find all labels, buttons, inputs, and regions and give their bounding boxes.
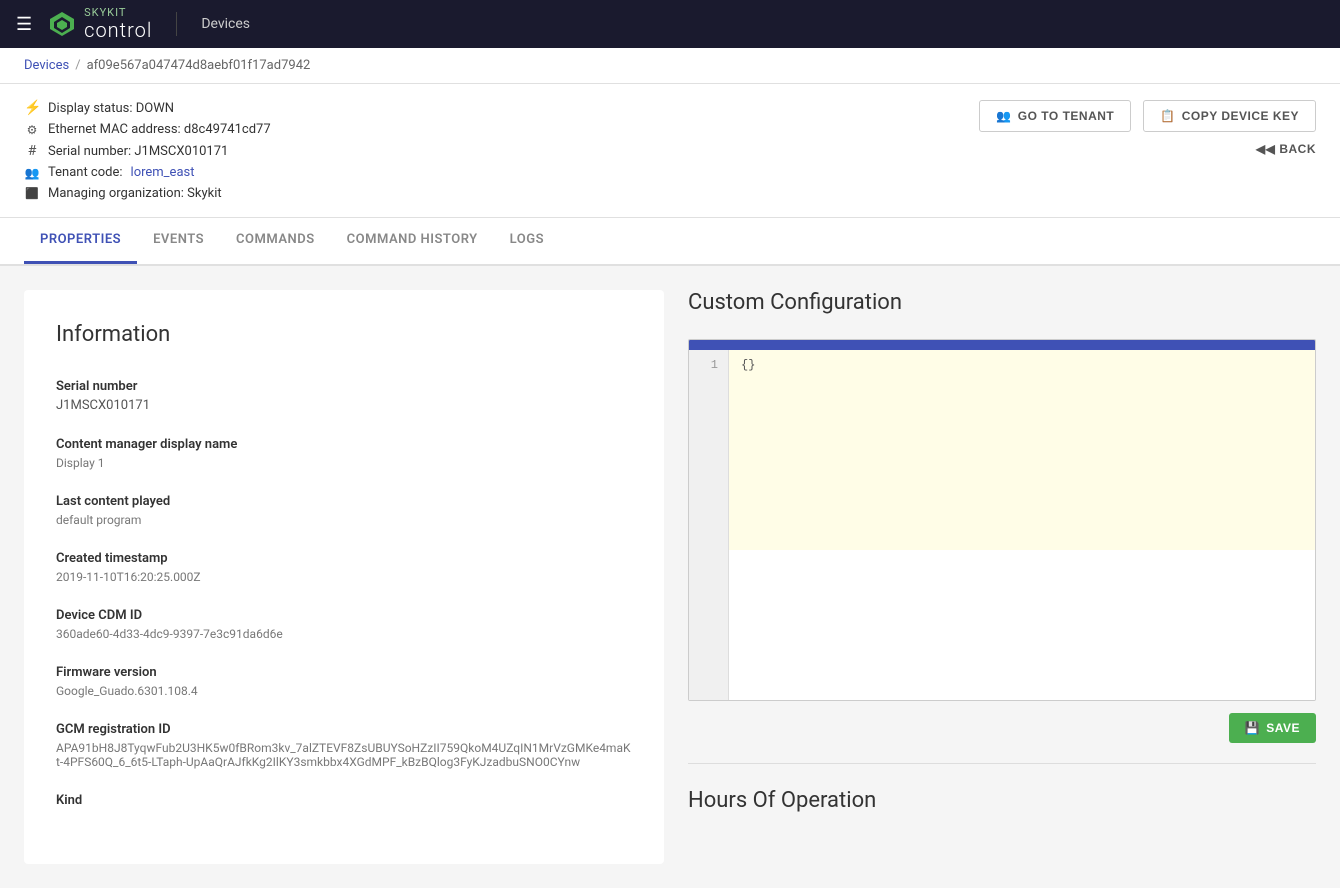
- copy-device-key-button[interactable]: 📋 COPY DEVICE KEY: [1143, 100, 1316, 132]
- information-title: Information: [56, 322, 632, 347]
- field-device-cdm-id-value: 360ade60-4d33-4dc9-9397-7e3c91da6d6e: [56, 627, 632, 641]
- field-content-manager-display-name: Content manager display name Display 1: [56, 437, 632, 470]
- display-status-row: ⚡ Display status: DOWN: [24, 100, 271, 116]
- field-created-timestamp: Created timestamp 2019-11-10T16:20:25.00…: [56, 551, 632, 584]
- field-serial-number-label: Serial number: [56, 379, 632, 394]
- display-status-label: Display status: DOWN: [48, 101, 174, 116]
- tab-properties[interactable]: PROPERTIES: [24, 218, 137, 264]
- header: ☰ SKYKIT control Devices: [0, 0, 1340, 48]
- code-line-number: 1: [689, 350, 729, 550]
- field-gcm-registration-id-value: APA91bH8J8TyqwFub2U3HK5w0fBRom3kv_7alZTE…: [56, 741, 632, 769]
- breadcrumb: Devices / af09e567a047474d8aebf01f17ad79…: [0, 48, 1340, 84]
- logo: SKYKIT control: [48, 7, 152, 42]
- go-to-tenant-icon: 👥: [996, 109, 1011, 123]
- field-serial-number-value: J1MSCX010171: [56, 398, 632, 413]
- field-content-manager-value: Display 1: [56, 456, 632, 470]
- field-kind: Kind: [56, 793, 632, 808]
- copy-device-key-label: COPY DEVICE KEY: [1182, 109, 1299, 123]
- code-editor-content[interactable]: {}: [729, 350, 1315, 550]
- org-label: Managing organization: Skykit: [48, 186, 222, 201]
- field-firmware-version-label: Firmware version: [56, 665, 632, 680]
- tabs-bar: PROPERTIES EVENTS COMMANDS COMMAND HISTO…: [0, 218, 1340, 266]
- header-page-title: Devices: [201, 16, 250, 32]
- ethernet-row: ⚙ Ethernet MAC address: d8c49741cd77: [24, 122, 271, 137]
- information-panel: Information Serial number J1MSCX010171 C…: [24, 290, 664, 864]
- tenant-label: Tenant code:: [48, 165, 123, 180]
- field-serial-number: Serial number J1MSCX010171: [56, 379, 632, 413]
- field-firmware-version: Firmware version Google_Guado.6301.108.4: [56, 665, 632, 698]
- main-content: Information Serial number J1MSCX010171 C…: [0, 266, 1340, 888]
- tenant-row: 👥 Tenant code: lorem_east: [24, 165, 271, 180]
- divider: [688, 763, 1316, 764]
- serial-icon: #: [24, 143, 40, 159]
- code-content-rest[interactable]: [729, 550, 1315, 700]
- serial-row: # Serial number: J1MSCX010171: [24, 143, 271, 159]
- hours-of-operation-title: Hours Of Operation: [688, 788, 1316, 813]
- serial-label: Serial number: J1MSCX010171: [48, 144, 228, 159]
- back-label: BACK: [1279, 142, 1316, 156]
- tab-command-history[interactable]: COMMAND HISTORY: [331, 218, 494, 264]
- code-editor-empty-area: [689, 550, 1315, 700]
- header-divider: [176, 12, 177, 36]
- code-line-numbers-rest: [689, 550, 729, 700]
- save-button[interactable]: 💾 SAVE: [1229, 713, 1316, 743]
- go-to-tenant-label: GO TO TENANT: [1018, 109, 1114, 123]
- tab-events[interactable]: EVENTS: [137, 218, 220, 264]
- save-label: SAVE: [1266, 721, 1300, 735]
- ethernet-icon: ⚙: [24, 123, 40, 137]
- save-icon: 💾: [1245, 721, 1260, 735]
- field-gcm-registration-id: GCM registration ID APA91bH8J8TyqwFub2U3…: [56, 722, 632, 769]
- org-row: ⬛ Managing organization: Skykit: [24, 186, 271, 201]
- field-created-timestamp-value: 2019-11-10T16:20:25.000Z: [56, 570, 632, 584]
- code-editor-active-line: 1 {}: [689, 350, 1315, 550]
- code-editor: 1 {}: [688, 339, 1316, 701]
- field-kind-label: Kind: [56, 793, 632, 808]
- field-created-timestamp-label: Created timestamp: [56, 551, 632, 566]
- device-info-right: 👥 GO TO TENANT 📋 COPY DEVICE KEY ◀◀ BACK: [979, 100, 1316, 156]
- device-info-bar: ⚡ Display status: DOWN ⚙ Ethernet MAC ad…: [0, 84, 1340, 218]
- brand-name: SKYKIT control: [84, 7, 152, 42]
- back-button[interactable]: ◀◀ BACK: [1256, 142, 1316, 156]
- device-info-left: ⚡ Display status: DOWN ⚙ Ethernet MAC ad…: [24, 100, 271, 201]
- breadcrumb-separator: /: [75, 58, 80, 73]
- org-icon: ⬛: [24, 187, 40, 200]
- field-device-cdm-id: Device CDM ID 360ade60-4d33-4dc9-9397-7e…: [56, 608, 632, 641]
- field-firmware-version-value: Google_Guado.6301.108.4: [56, 684, 632, 698]
- field-gcm-registration-id-label: GCM registration ID: [56, 722, 632, 737]
- field-device-cdm-id-label: Device CDM ID: [56, 608, 632, 623]
- save-row: 💾 SAVE: [688, 713, 1316, 743]
- field-last-content-played: Last content played default program: [56, 494, 632, 527]
- tenant-icon: 👥: [24, 166, 40, 180]
- back-icon: ◀◀: [1256, 142, 1275, 156]
- menu-icon[interactable]: ☰: [16, 14, 32, 35]
- copy-device-key-icon: 📋: [1160, 109, 1175, 123]
- field-last-content-label: Last content played: [56, 494, 632, 509]
- go-to-tenant-button[interactable]: 👥 GO TO TENANT: [979, 100, 1131, 132]
- ethernet-label: Ethernet MAC address: d8c49741cd77: [48, 122, 271, 137]
- field-content-manager-label: Content manager display name: [56, 437, 632, 452]
- tenant-link[interactable]: lorem_east: [131, 165, 195, 180]
- custom-config-title: Custom Configuration: [688, 290, 1316, 315]
- breadcrumb-current: af09e567a047474d8aebf01f17ad7942: [87, 58, 311, 73]
- breadcrumb-devices-link[interactable]: Devices: [24, 58, 69, 73]
- config-panel: Custom Configuration 1 {} 💾 SAVE Hours O…: [688, 290, 1316, 864]
- display-status-icon: ⚡: [24, 100, 40, 116]
- skykit-logo-icon: [48, 10, 76, 38]
- field-last-content-value: default program: [56, 513, 632, 527]
- tab-commands[interactable]: COMMANDS: [220, 218, 331, 264]
- code-editor-header-bar: [689, 340, 1315, 350]
- tab-logs[interactable]: LOGS: [494, 218, 560, 264]
